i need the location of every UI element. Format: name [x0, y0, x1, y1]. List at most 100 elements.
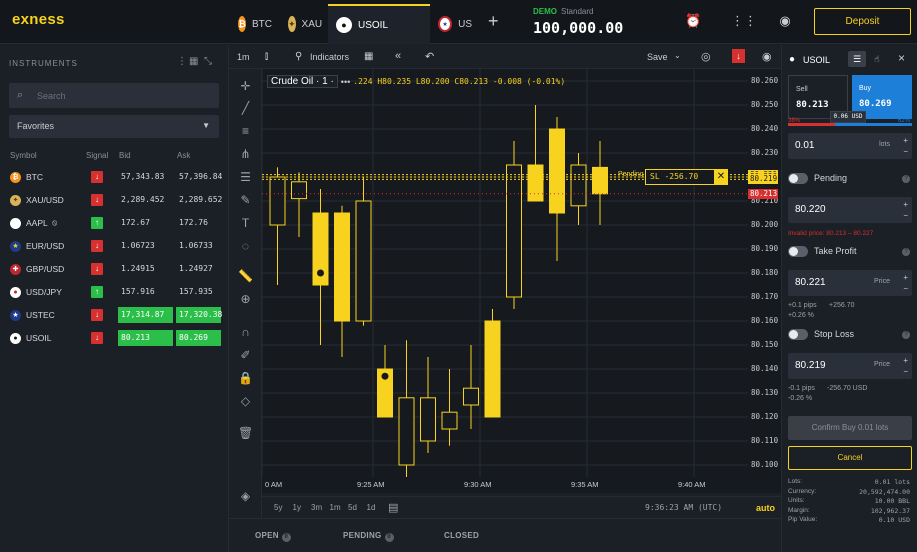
- pending-price-input[interactable]: 80.220 + −: [788, 197, 912, 223]
- chevron-down-icon[interactable]: ⌄: [674, 51, 681, 60]
- pending-toggle[interactable]: [788, 173, 808, 184]
- shapes-icon[interactable]: ◈: [238, 489, 253, 504]
- legend-menu-icon[interactable]: •••: [341, 77, 350, 87]
- stop-loss-stepper[interactable]: + −: [903, 355, 908, 377]
- signal-badge[interactable]: ↑: [91, 286, 103, 298]
- auto-scale-toggle[interactable]: auto: [756, 503, 775, 513]
- timeframe-button[interactable]: 1m: [237, 52, 250, 62]
- trash-icon[interactable]: 🗑: [238, 426, 253, 441]
- help-icon[interactable]: ?: [902, 248, 910, 256]
- tab-usoil[interactable]: ● USOIL: [328, 4, 430, 44]
- candle-type-icon[interactable]: ⫾: [265, 51, 268, 62]
- time-range-button[interactable]: 5y: [274, 503, 282, 512]
- instrument-row[interactable]: ● USD/JPY ↑ 157.916 157.935: [0, 281, 229, 304]
- ask-price[interactable]: 172.76: [176, 215, 221, 231]
- undo-icon[interactable]: ↶: [425, 50, 434, 63]
- bid-price[interactable]: 17,314.87: [118, 307, 173, 323]
- time-range-button[interactable]: 1d: [367, 503, 376, 512]
- take-profit-input[interactable]: 80.221 Price + −: [788, 270, 912, 296]
- help-icon[interactable]: ?: [902, 331, 910, 339]
- instrument-row[interactable]: ₿ BTC ↓ 57,343.83 57,396.84: [0, 166, 229, 189]
- bid-price[interactable]: 157.916: [118, 284, 173, 300]
- ask-price[interactable]: 1.24927: [176, 261, 221, 277]
- signal-badge[interactable]: ↓: [91, 240, 103, 252]
- ask-price[interactable]: 2,289.652: [176, 192, 222, 208]
- close-sl-icon[interactable]: ✕: [714, 169, 728, 185]
- take-profit-unit[interactable]: Price: [874, 278, 890, 285]
- ruler-icon[interactable]: 📏: [238, 269, 253, 284]
- eye-icon[interactable]: ◉: [762, 50, 772, 63]
- save-button[interactable]: Save: [647, 52, 668, 62]
- stop-loss-input[interactable]: 80.219 Price + −: [788, 353, 912, 379]
- tab-btc[interactable]: ₿ BTC: [230, 4, 280, 44]
- pending-price-stepper[interactable]: + −: [903, 199, 908, 221]
- brush-icon[interactable]: ✎: [238, 193, 253, 208]
- lock-icon[interactable]: 🔒: [238, 371, 253, 386]
- instrument-row[interactable]: ✦ XAU/USD ↓ 2,289.452 2,289.652: [0, 189, 229, 212]
- search-box[interactable]: ⌕: [9, 83, 219, 108]
- tab-closed[interactable]: CLOSED: [444, 531, 479, 540]
- ask-price[interactable]: 80.269: [176, 330, 221, 346]
- price-chart[interactable]: [262, 69, 748, 477]
- apps-grid-icon[interactable]: ⋮⋮: [731, 13, 757, 29]
- take-profit-stepper[interactable]: + −: [903, 272, 908, 294]
- trend-line-icon[interactable]: ╱: [238, 101, 253, 116]
- rewind-icon[interactable]: «: [395, 50, 401, 62]
- stop-loss-toggle[interactable]: [788, 329, 808, 340]
- bid-price[interactable]: 1.24915: [118, 261, 173, 277]
- time-axis[interactable]: 0 AM 9:25 AM 9:30 AM 9:35 AM 9:40 AM: [262, 477, 781, 493]
- close-icon[interactable]: ×: [898, 51, 905, 65]
- pattern-icon[interactable]: ◌: [238, 239, 253, 254]
- layout-icon[interactable]: ▦: [364, 51, 373, 62]
- ask-price[interactable]: 57,396.84: [176, 169, 222, 185]
- time-range-button[interactable]: 5d: [348, 503, 357, 512]
- take-profit-toggle[interactable]: [788, 246, 808, 257]
- instrument-row[interactable]: ★ EUR/USD ↓ 1.06723 1.06733: [0, 235, 229, 258]
- price-axis[interactable]: 80.26080.25080.24080.23080.22080.21080.2…: [748, 69, 781, 477]
- one-click-icon[interactable]: ☝: [868, 51, 886, 67]
- calendar-icon[interactable]: ▤: [388, 501, 398, 514]
- pitchfork-icon[interactable]: ⋔: [238, 147, 253, 162]
- deposit-button[interactable]: Deposit: [814, 8, 911, 35]
- horizontal-lines-icon[interactable]: ≡: [238, 124, 253, 139]
- camera-icon[interactable]: ◎: [701, 50, 711, 63]
- signal-badge[interactable]: ↑: [91, 217, 103, 229]
- volume-input[interactable]: 0.01 lots + −: [788, 133, 912, 159]
- bid-price[interactable]: 2,289.452: [118, 192, 173, 208]
- collapse-icon[interactable]: ⤡: [204, 56, 212, 67]
- signal-badge[interactable]: ↓: [91, 263, 103, 275]
- bid-price[interactable]: 80.213: [118, 330, 173, 346]
- instrument-row[interactable]: ✚ GBP/USD ↓ 1.24915 1.24927: [0, 258, 229, 281]
- instrument-row[interactable]: ● USOIL ↓ 80.213 80.269: [0, 327, 229, 350]
- layers-icon[interactable]: ◇: [238, 394, 253, 409]
- instrument-row[interactable]: ★ USTEC ↓ 17,314.87 17,320.38: [0, 304, 229, 327]
- search-input[interactable]: [37, 87, 207, 104]
- favorites-select[interactable]: Favorites ▼: [9, 115, 219, 138]
- bid-price[interactable]: 57,343.83: [118, 169, 173, 185]
- time-range-button[interactable]: 1m: [330, 503, 341, 512]
- tab-pending[interactable]: PENDING 0: [343, 531, 394, 542]
- ask-price[interactable]: 17,320.38: [176, 307, 222, 323]
- signal-badge[interactable]: ↓: [91, 194, 103, 206]
- help-icon[interactable]: ?: [902, 175, 910, 183]
- alarm-clock-icon[interactable]: ⏰: [685, 13, 701, 29]
- legend-title[interactable]: Crude Oil · 1 ·: [267, 75, 338, 88]
- signal-badge[interactable]: ↓: [91, 171, 103, 183]
- bid-price[interactable]: 1.06723: [118, 238, 173, 254]
- ask-price[interactable]: 1.06733: [176, 238, 221, 254]
- tab-xau[interactable]: ✦ XAU: [280, 4, 328, 44]
- order-form-view-icon[interactable]: ☰: [848, 51, 866, 67]
- cancel-order-button[interactable]: Cancel: [788, 446, 912, 470]
- indicators-button[interactable]: Indicators: [310, 52, 349, 62]
- tab-us[interactable]: ★ US: [430, 4, 480, 44]
- signal-badge[interactable]: ↓: [91, 309, 103, 321]
- volume-unit[interactable]: lots: [879, 141, 890, 148]
- grid-view-icon[interactable]: ▦: [189, 56, 198, 67]
- volume-stepper[interactable]: + −: [903, 135, 908, 157]
- confirm-order-button[interactable]: Confirm Buy 0.01 lots: [788, 416, 912, 440]
- zoom-in-icon[interactable]: ⊕: [238, 292, 253, 307]
- indicators-icon[interactable]: ⚲: [295, 51, 302, 62]
- signal-badge[interactable]: ↓: [91, 332, 103, 344]
- stop-loss-tag[interactable]: SL -256.70: [645, 169, 715, 185]
- magnet-icon[interactable]: ∩: [238, 325, 253, 340]
